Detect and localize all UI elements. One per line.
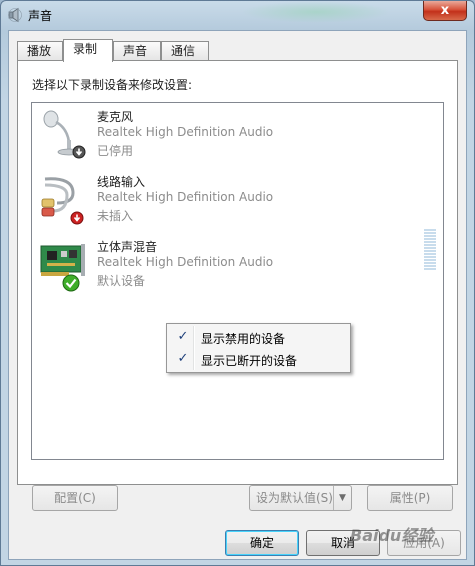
title-bar[interactable]: 声音 x bbox=[1, 1, 474, 29]
apply-button[interactable]: 应用(A) bbox=[387, 530, 461, 556]
device-status: 未插入 bbox=[97, 209, 134, 223]
tab-sounds[interactable]: 声音 bbox=[113, 41, 161, 61]
device-list-context-menu: ✓ 显示禁用的设备 ✓ 显示已断开的设备 bbox=[166, 323, 351, 373]
device-driver: Realtek High Definition Audio bbox=[97, 255, 274, 269]
title-glow-decoration bbox=[241, 1, 391, 23]
menu-item-label: 显示禁用的设备 bbox=[201, 332, 286, 346]
device-driver: Realtek High Definition Audio bbox=[97, 125, 274, 139]
close-icon: x bbox=[440, 3, 450, 18]
speaker-icon bbox=[7, 7, 23, 23]
chevron-down-icon[interactable]: ▼ bbox=[333, 486, 351, 510]
recording-panel: 选择以下录制设备来修改设置: 麦克风 Realtek High Definiti… bbox=[17, 60, 458, 511]
checkmark-icon: ✓ bbox=[177, 351, 189, 366]
audio-level-meter bbox=[424, 229, 436, 271]
ok-button[interactable]: 确定 bbox=[225, 530, 299, 556]
tab-communications[interactable]: 通信 bbox=[161, 41, 209, 61]
device-status: 默认设备 bbox=[97, 274, 146, 288]
unplugged-badge-icon bbox=[70, 211, 84, 225]
sound-dialog-window: 声音 x 播放 录制 声音 通信 选择以下录制设备来修改设置: 麦克风 Real… bbox=[0, 0, 475, 566]
menu-item-show-disconnected[interactable]: ✓ 显示已断开的设备 bbox=[169, 348, 348, 370]
tab-recording[interactable]: 录制 bbox=[63, 39, 113, 62]
device-name: 线路输入 bbox=[97, 175, 146, 189]
recording-device-list[interactable]: 麦克风 Realtek High Definition Audio 已停用 线路… bbox=[31, 102, 444, 460]
device-name: 立体声混音 bbox=[97, 240, 158, 254]
window-title: 声音 bbox=[28, 9, 53, 23]
device-item-microphone[interactable]: 麦克风 Realtek High Definition Audio 已停用 bbox=[32, 106, 432, 164]
default-check-badge-icon bbox=[62, 274, 80, 292]
close-button[interactable]: x bbox=[423, 1, 467, 21]
tab-playback[interactable]: 播放 bbox=[17, 41, 63, 61]
menu-item-show-disabled[interactable]: ✓ 显示禁用的设备 bbox=[169, 326, 348, 348]
properties-button[interactable]: 属性(P) bbox=[367, 485, 453, 511]
checkmark-icon: ✓ bbox=[177, 329, 189, 344]
configure-button[interactable]: 配置(C) bbox=[32, 485, 118, 511]
set-default-label: 设为默认值(S) bbox=[256, 491, 333, 505]
device-status: 已停用 bbox=[97, 144, 134, 158]
device-name: 麦克风 bbox=[97, 110, 134, 124]
device-item-stereo-mix[interactable]: 立体声混音 Realtek High Definition Audio 默认设备 bbox=[32, 236, 432, 294]
disabled-badge-icon bbox=[72, 145, 86, 159]
set-default-split-button[interactable]: 设为默认值(S) ▼ bbox=[249, 485, 352, 511]
cancel-button[interactable]: 取消 bbox=[306, 530, 380, 556]
menu-item-label: 显示已断开的设备 bbox=[201, 354, 298, 368]
instruction-text: 选择以下录制设备来修改设置: bbox=[32, 78, 193, 92]
dialog-body: 播放 录制 声音 通信 选择以下录制设备来修改设置: 麦克风 Realtek H… bbox=[8, 30, 467, 560]
device-driver: Realtek High Definition Audio bbox=[97, 190, 274, 204]
device-item-line-in[interactable]: 线路输入 Realtek High Definition Audio 未插入 bbox=[32, 171, 432, 229]
